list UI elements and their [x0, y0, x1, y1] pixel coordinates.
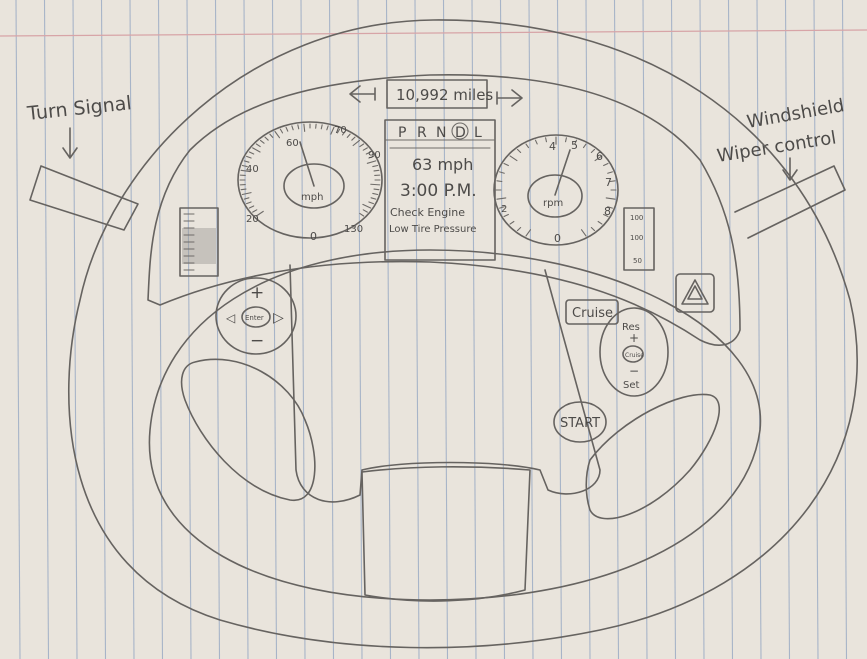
left-plus-button[interactable]: +	[250, 283, 264, 303]
speedo-label-130: 130	[344, 224, 363, 235]
tach-label-4: 4	[549, 140, 556, 153]
left-prev-button[interactable]: ◁	[225, 311, 235, 325]
cruise-button-label: Cruise	[572, 306, 613, 321]
speedo-label-90: 90	[368, 150, 381, 161]
speedo-label-70: 70	[334, 125, 347, 136]
right-center-label: Cruise	[625, 352, 644, 359]
left-minus-button[interactable]: −	[250, 331, 264, 351]
gear-p: P	[398, 125, 406, 141]
odometer-value: 10,992 miles	[396, 86, 493, 104]
speed-readout: 63 mph	[412, 155, 473, 174]
dial-tick	[303, 123, 306, 132]
dial-tick	[240, 188, 247, 191]
tach-label-5: 5	[571, 139, 578, 152]
set-button[interactable]: Set	[623, 380, 640, 391]
start-button-label: START	[560, 416, 600, 431]
dial-tick	[370, 183, 381, 186]
tachometer-unit: rpm	[543, 198, 563, 209]
left-next-button[interactable]: ▷	[273, 310, 284, 326]
warning-check-engine: Check Engine	[390, 206, 465, 219]
left-gauge-fill	[182, 228, 216, 264]
time-readout: 3:00 P.M.	[400, 181, 477, 201]
speedo-label-40: 40	[246, 164, 259, 175]
tach-label-8: 8	[604, 205, 611, 218]
tach-label-2: 2	[501, 204, 507, 215]
steering-wheel-sketch: Turn Signal Windshield Wiper control 10,…	[0, 0, 867, 659]
gear-n: N	[436, 125, 446, 141]
gear-r: R	[417, 125, 427, 141]
right-minus-button[interactable]: −	[629, 364, 639, 378]
speedo-label-60: 60	[286, 138, 299, 149]
right-gauge-tick-2: 100	[630, 234, 643, 242]
dial-tick	[373, 188, 380, 191]
right-gauge-tick-3: 50	[633, 257, 642, 265]
tach-label-6: 6	[596, 150, 603, 163]
speedo-label-0: 0	[310, 230, 317, 243]
gear-l: L	[474, 125, 482, 141]
speedometer-unit: mph	[301, 192, 323, 203]
tach-label-0: 0	[554, 232, 561, 245]
dial-tick	[496, 180, 503, 183]
warning-low-tire: Low Tire Pressure	[389, 224, 476, 235]
dial-tick	[373, 169, 380, 172]
right-plus-button[interactable]: +	[629, 331, 639, 345]
speedo-label-20: 20	[246, 214, 259, 225]
left-enter-label: Enter	[245, 314, 264, 322]
right-gauge-tick-1: 100	[630, 214, 643, 222]
tach-label-7: 7	[605, 176, 612, 189]
